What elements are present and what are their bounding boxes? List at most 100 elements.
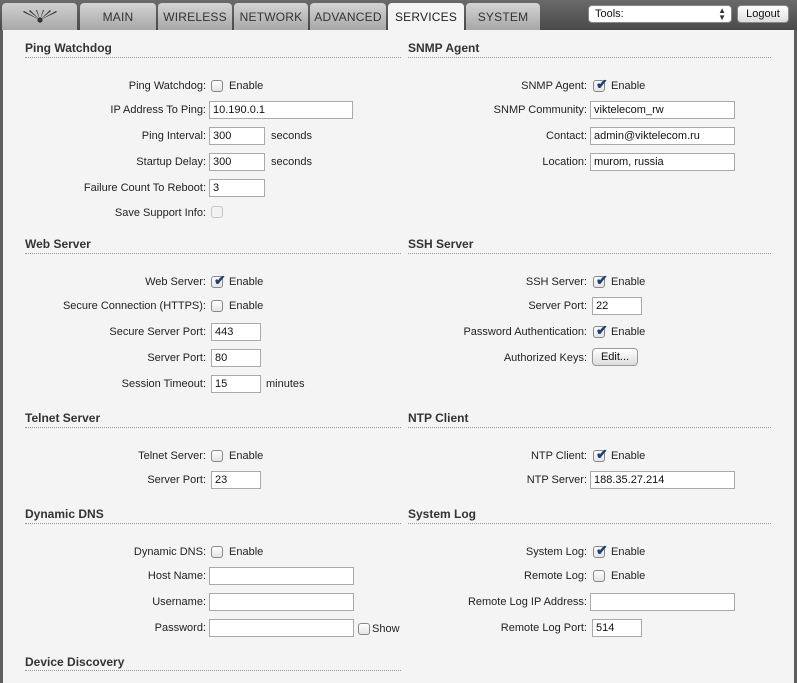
- tab-network[interactable]: NETWORK: [234, 3, 308, 30]
- failure-count-input[interactable]: [209, 179, 265, 197]
- password-input[interactable]: [209, 619, 354, 637]
- ping-ip-input[interactable]: [209, 101, 353, 119]
- ssh-port-input[interactable]: [592, 297, 642, 315]
- session-timeout-unit: minutes: [266, 378, 305, 390]
- tools-select[interactable]: Tools: ▲ ▼: [588, 5, 732, 23]
- ubiquiti-logo: [2, 3, 77, 30]
- host-name-input[interactable]: [209, 567, 354, 585]
- ping-watchdog-checkbox[interactable]: [211, 80, 223, 92]
- select-arrows-icon: ▲ ▼: [718, 6, 726, 22]
- https-enable-text: Enable: [229, 300, 264, 312]
- startup-delay-unit: seconds: [271, 156, 312, 168]
- save-support-checkbox[interactable]: [211, 206, 223, 218]
- telnet-port-input[interactable]: [211, 471, 261, 489]
- snmp-agent-checkbox[interactable]: ✔: [593, 76, 608, 92]
- divider: [25, 57, 401, 58]
- password-auth-enable-text: Enable: [611, 326, 646, 338]
- web-server-checkbox[interactable]: ✔: [211, 272, 226, 288]
- authorized-keys-label: Authorized Keys:: [503, 352, 587, 364]
- ssh-server-label: SSH Server:: [525, 276, 587, 288]
- ssh-enable-text: Enable: [611, 276, 646, 288]
- remote-log-ip-input[interactable]: [590, 593, 735, 611]
- startup-delay-input[interactable]: [209, 153, 265, 171]
- logo-icon: [22, 9, 57, 23]
- https-checkbox[interactable]: [211, 300, 223, 312]
- tab-main[interactable]: MAIN: [80, 3, 156, 30]
- checkmark-icon: ✔: [214, 272, 226, 288]
- divider: [25, 427, 401, 428]
- show-password-checkbox[interactable]: [358, 623, 370, 635]
- device-discovery-title: Device Discovery: [25, 655, 125, 669]
- snmp-community-label: SNMP Community:: [493, 104, 587, 116]
- tab-system[interactable]: SYSTEM: [466, 3, 540, 30]
- dynamic-dns-enable-text: Enable: [229, 546, 264, 558]
- ntp-enable-text: Enable: [611, 450, 646, 462]
- ntp-server-input[interactable]: [590, 471, 735, 489]
- system-log-title: System Log: [408, 507, 477, 521]
- divider: [408, 523, 771, 524]
- snmp-location-label: Location:: [542, 156, 587, 168]
- failure-count-label: Failure Count To Reboot:: [83, 182, 206, 194]
- ping-ip-label: IP Address To Ping:: [110, 104, 206, 116]
- ssh-server-title: SSH Server: [408, 237, 474, 251]
- telnet-server-title: Telnet Server: [25, 411, 101, 425]
- checkmark-icon: ✔: [596, 542, 608, 558]
- ping-interval-label: Ping Interval:: [141, 130, 206, 142]
- ssh-server-checkbox[interactable]: ✔: [593, 272, 608, 288]
- dynamic-dns-label: Dynamic DNS:: [133, 546, 206, 558]
- services-panel: Ping Watchdog Ping Watchdog: Enable IP A…: [3, 30, 794, 683]
- divider: [25, 670, 401, 671]
- remote-log-label: Remote Log:: [524, 570, 587, 582]
- dynamic-dns-checkbox[interactable]: [211, 546, 223, 558]
- snmp-title: SNMP Agent: [408, 41, 480, 55]
- snmp-location-input[interactable]: [590, 153, 735, 171]
- remote-log-port-label: Remote Log Port:: [500, 622, 587, 634]
- web-port-input[interactable]: [211, 349, 261, 367]
- dynamic-dns-title: Dynamic DNS: [25, 507, 104, 521]
- divider: [25, 523, 401, 524]
- ping-interval-unit: seconds: [271, 130, 312, 142]
- tab-services[interactable]: SERVICES: [388, 3, 464, 31]
- telnet-enable-text: Enable: [229, 450, 264, 462]
- remote-log-checkbox[interactable]: [593, 570, 605, 582]
- password-auth-checkbox[interactable]: ✔: [593, 322, 608, 338]
- system-log-label: System Log:: [525, 546, 587, 558]
- secure-port-input[interactable]: [211, 323, 261, 341]
- username-input[interactable]: [209, 593, 354, 611]
- checkmark-icon: ✔: [596, 76, 608, 92]
- system-log-checkbox[interactable]: ✔: [593, 542, 608, 558]
- telnet-server-checkbox[interactable]: [211, 450, 223, 462]
- session-timeout-input[interactable]: [211, 375, 261, 393]
- snmp-community-input[interactable]: [590, 101, 735, 119]
- ping-watchdog-enable-text: Enable: [229, 80, 264, 92]
- snmp-enable-text: Enable: [611, 80, 646, 92]
- save-support-label: Save Support Info:: [114, 207, 206, 219]
- authorized-keys-edit-button[interactable]: Edit...: [592, 348, 638, 366]
- remote-log-ip-label: Remote Log IP Address:: [467, 596, 587, 608]
- telnet-port-label: Server Port:: [147, 474, 206, 486]
- ping-watchdog-label: Ping Watchdog:: [128, 80, 206, 92]
- remote-log-port-input[interactable]: [592, 619, 642, 637]
- divider: [408, 253, 771, 254]
- logout-button[interactable]: Logout: [737, 5, 789, 23]
- ntp-client-label: NTP Client:: [530, 450, 587, 462]
- checkmark-icon: ✔: [596, 322, 608, 338]
- remote-log-enable-text: Enable: [611, 570, 646, 582]
- https-label: Secure Connection (HTTPS):: [62, 300, 206, 312]
- tab-wireless[interactable]: WIRELESS: [158, 3, 232, 30]
- telnet-server-label: Telnet Server:: [138, 450, 206, 462]
- divider: [25, 253, 401, 254]
- snmp-agent-label: SNMP Agent:: [521, 80, 587, 92]
- ping-watchdog-title: Ping Watchdog: [25, 41, 112, 55]
- checkmark-icon: ✔: [596, 446, 608, 462]
- ssh-port-label: Server Port:: [528, 300, 587, 312]
- session-timeout-label: Session Timeout:: [121, 378, 206, 390]
- host-name-label: Host Name:: [147, 570, 206, 582]
- checkmark-icon: ✔: [596, 272, 608, 288]
- password-label: Password:: [154, 622, 206, 634]
- username-label: Username:: [152, 596, 206, 608]
- ping-interval-input[interactable]: [209, 127, 265, 145]
- ntp-client-checkbox[interactable]: ✔: [593, 446, 608, 462]
- snmp-contact-input[interactable]: [590, 127, 735, 145]
- tab-advanced[interactable]: ADVANCED: [310, 3, 386, 30]
